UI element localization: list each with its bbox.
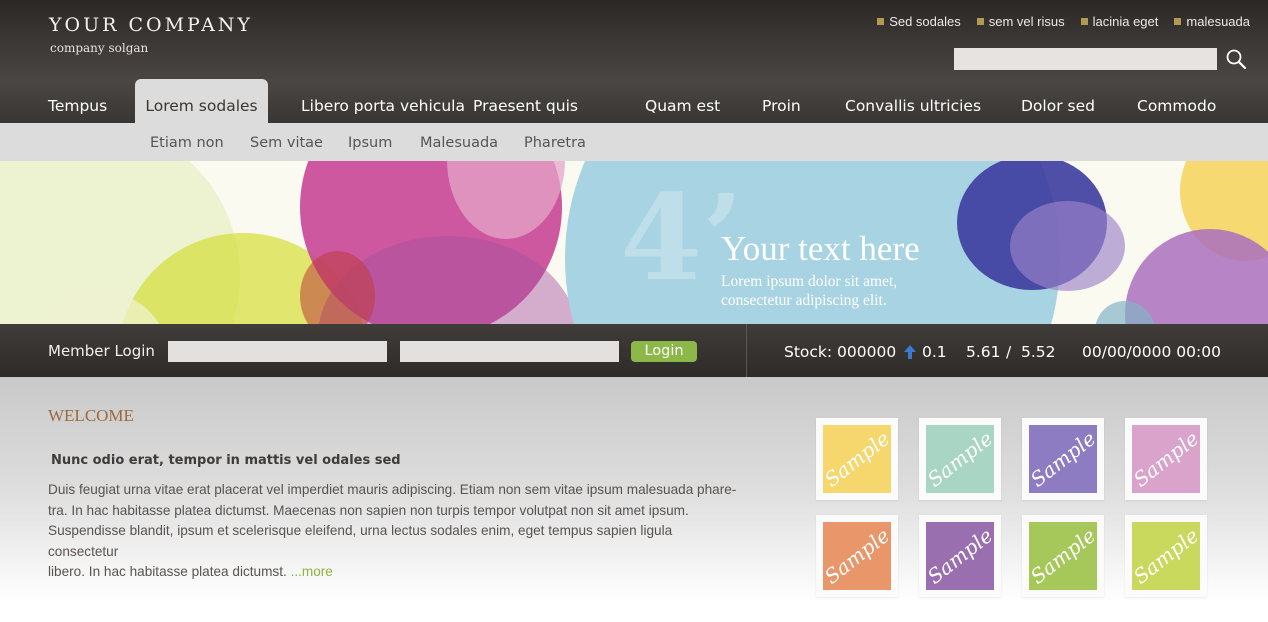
paragraph-line: tra. In hac habitasse platea dictumst. M… [48,502,689,518]
bullet-square-icon [877,18,885,25]
paragraph-line: libero. In hac habitasse platea dictumst… [48,562,738,583]
nav-item-tempus[interactable]: Tempus [48,81,107,123]
top-link-label: malesuada [1186,14,1250,29]
sample-swatch: Sample [823,425,891,493]
arrow-up-icon [903,344,917,364]
more-link[interactable]: ...more [291,564,333,579]
bullet-square-icon [1080,18,1088,25]
sample-watermark-text: Sample [926,523,994,589]
login-bar-divider [746,324,747,377]
sample-swatch: Sample [1029,522,1097,590]
sample-watermark-text: Sample [926,426,994,492]
top-link-label: Sed sodales [889,14,961,29]
paragraph-line-text: libero. In hac habitasse platea dictumst… [48,564,287,579]
welcome-heading: WELCOME [48,406,134,425]
sample-thumbnail[interactable]: Sample [816,418,898,500]
sub-nav-item-pharetra[interactable]: Pharetra [524,123,586,164]
logo-slogan: company solgan [50,41,149,55]
article-subheading: Nunc odio erat, tempor in mattis vel oda… [51,453,401,468]
logo-title[interactable]: YOUR COMPANY [49,14,253,36]
bullet-square-icon [976,18,984,25]
content-area: WELCOME Nunc odio erat, tempor in mattis… [0,377,1268,622]
bullet-square-icon [1174,18,1182,25]
sub-nav-item-sem-vitae[interactable]: Sem vitae [250,123,323,164]
top-link-malesuada[interactable]: malesuada [1174,14,1250,29]
login-bar: Member Login Login Stock: 000000 0.1 5.6… [0,324,1268,377]
sub-nav-item-ipsum[interactable]: Ipsum [348,123,392,164]
sample-thumbnail[interactable]: Sample [919,515,1001,597]
sample-thumbnail[interactable]: Sample [1125,418,1207,500]
nav-item-proin[interactable]: Proin [762,81,801,123]
stock-separator: / [1006,343,1012,361]
sample-watermark-text: Sample [823,523,891,589]
banner-circle-lavender [1010,201,1125,291]
article-paragraph: Duis feugiat urna vitae erat placerat ve… [48,480,738,583]
nav-item-commodo[interactable]: Commodo [1137,81,1216,123]
banner-subtext-line: consectetur adipiscing elit. [721,292,887,309]
top-link-label: sem vel risus [988,14,1065,29]
stock-label: Stock: 000000 [784,343,897,361]
sample-thumbnail[interactable]: Sample [816,515,898,597]
sample-watermark-text: Sample [1029,523,1097,589]
stock-change: 0.1 [922,343,947,361]
sample-swatch: Sample [823,522,891,590]
member-login-label: Member Login [48,342,155,360]
main-nav: Tempus Lorem sodales Libero porta vehicu… [0,79,1268,123]
top-links: Sed sodales sem vel risus lacinia eget m… [861,14,1250,29]
search-input[interactable] [954,48,1217,70]
search-icon[interactable] [1225,48,1247,70]
sub-nav-item-etiam-non[interactable]: Etiam non [150,123,224,164]
sample-swatch: Sample [926,522,994,590]
sample-watermark-text: Sample [1132,426,1200,492]
login-button[interactable]: Login [631,341,697,362]
stock-value-2: 5.52 [1021,343,1056,361]
sub-nav-item-malesuada[interactable]: Malesuada [420,123,498,164]
top-link-sem-vel-risus[interactable]: sem vel risus [976,14,1065,29]
sample-swatch: Sample [1132,522,1200,590]
sample-thumbnail[interactable]: Sample [919,418,1001,500]
top-link-sed-sodales[interactable]: Sed sodales [877,14,961,29]
paragraph-line: Duis feugiat urna vitae erat placerat ve… [48,482,737,497]
nav-item-quam-est[interactable]: Quam est [645,81,720,123]
sample-watermark-text: Sample [1029,426,1097,492]
nav-item-convallis-ultricies[interactable]: Convallis ultricies [845,81,981,123]
banner-subtext-line: Lorem ipsum dolor sit amet, [721,273,898,290]
top-link-label: lacinia eget [1092,14,1159,29]
sample-swatch: Sample [1132,425,1200,493]
nav-item-praesent-quis[interactable]: Praesent quis [473,81,578,123]
banner-subtext: Lorem ipsum dolor sit amet, consectetur … [721,272,897,310]
site-header: YOUR COMPANY company solgan Sed sodales … [0,0,1268,81]
sample-thumbnail[interactable]: Sample [1022,418,1104,500]
paragraph-line: Suspendisse blandit, ipsum et scelerisqu… [48,523,673,559]
sample-thumbnail[interactable]: Sample [1125,515,1207,597]
stock-datetime: 00/00/0000 00:00 [1082,343,1221,361]
sample-thumbnail[interactable]: Sample [1022,515,1104,597]
nav-item-lorem-sodales[interactable]: Lorem sodales [135,79,268,123]
top-link-lacinia-eget[interactable]: lacinia eget [1080,14,1159,29]
sample-watermark-text: Sample [1132,523,1200,589]
sub-nav: Etiam non Sem vitae Ipsum Malesuada Phar… [0,123,1268,161]
sample-swatch: Sample [926,425,994,493]
sample-swatch: Sample [1029,425,1097,493]
username-field[interactable] [168,341,387,362]
hero-banner: 4’ Your text here Lorem ipsum dolor sit … [0,161,1268,324]
nav-item-libero-porta-vehicula[interactable]: Libero porta vehicula [301,81,465,123]
banner-heading: Your text here [721,229,920,268]
nav-item-dolor-sed[interactable]: Dolor sed [1021,81,1095,123]
password-field[interactable] [400,341,619,362]
sample-watermark-text: Sample [823,426,891,492]
stock-value-1: 5.61 [966,343,1001,361]
